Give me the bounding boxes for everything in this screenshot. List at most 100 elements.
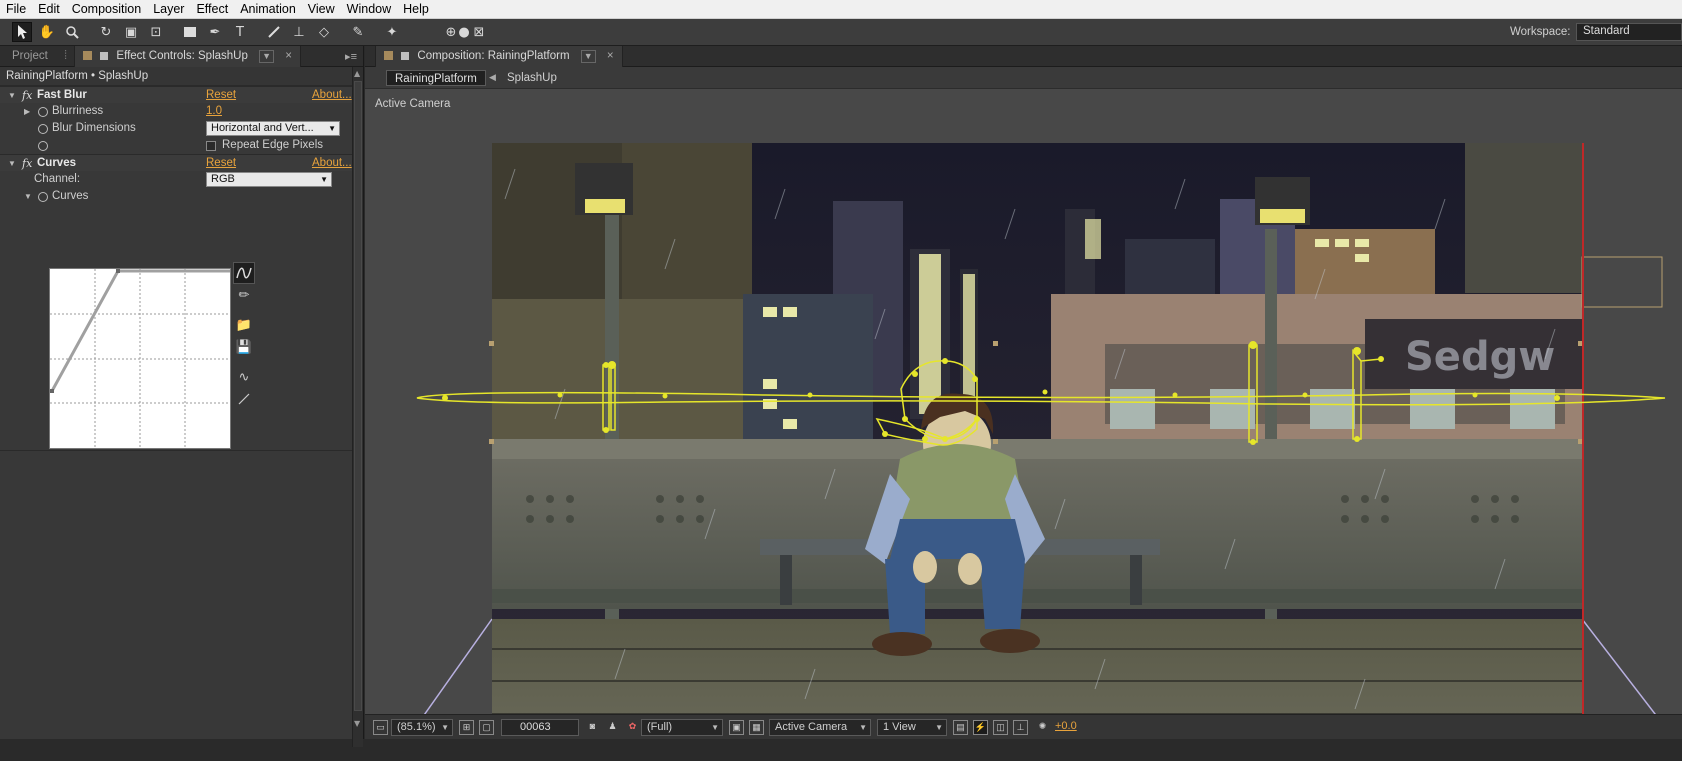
curves-about-link[interactable]: About... — [312, 155, 352, 172]
smooth-curve-icon[interactable]: ∿ — [233, 366, 255, 388]
type-tool-icon[interactable]: T — [230, 22, 250, 42]
fast-blur-reset-link[interactable]: Reset — [206, 87, 236, 104]
stopwatch-icon[interactable] — [38, 107, 48, 117]
curve-bezier-tool-icon[interactable] — [233, 262, 255, 284]
selection-tool-icon[interactable] — [12, 22, 32, 42]
current-time-field[interactable]: 00063 — [501, 719, 579, 736]
effect-curves[interactable]: ▼ fx Curves Reset About... — [0, 154, 363, 171]
fx-toggle-icon[interactable]: fx — [22, 87, 32, 104]
repeat-edge-label: Repeat Edge Pixels — [222, 139, 324, 151]
menu-file[interactable]: File — [0, 0, 32, 19]
tab-effect-controls-label: Effect Controls: SplashUp — [116, 50, 248, 62]
flowchart-icon[interactable]: ⊥ — [1013, 720, 1028, 735]
toggle-pixel-aspect-icon[interactable]: ▤ — [953, 720, 968, 735]
open-curve-icon[interactable]: 📁 — [233, 314, 255, 336]
show-snapshot-icon[interactable]: ♟ — [605, 720, 620, 735]
tab-dropdown-icon[interactable]: ▼ — [580, 50, 596, 63]
rectangle-tool-icon[interactable] — [180, 22, 200, 42]
menu-help[interactable]: Help — [397, 0, 435, 19]
panel-lock-icon[interactable] — [83, 51, 92, 60]
menu-animation[interactable]: Animation — [234, 0, 302, 19]
clone-stamp-tool-icon[interactable]: ⊥ — [289, 22, 309, 42]
stopwatch-icon[interactable] — [38, 124, 48, 134]
view-layout-dropdown[interactable]: 1 View ▼ — [877, 719, 947, 736]
channel-rgb-icon[interactable]: ✿ — [625, 720, 640, 735]
zoom-dropdown[interactable]: (85.1%) ▼ — [391, 719, 453, 736]
menu-edit[interactable]: Edit — [32, 0, 66, 19]
local-axis-icon[interactable]: ⊕ — [444, 22, 458, 42]
channel-label: Channel: — [34, 173, 81, 185]
reset-linear-curve-icon[interactable] — [233, 388, 255, 410]
tab-project[interactable]: Project — [4, 46, 56, 67]
blurriness-value[interactable]: 1.0 — [206, 103, 222, 120]
title-action-safe-icon[interactable]: ⊞ — [459, 720, 474, 735]
reset-exposure-icon[interactable]: ✺ — [1035, 720, 1050, 735]
channel-dropdown[interactable]: RGB ▼ — [206, 172, 332, 187]
region-of-interest-icon[interactable]: ▣ — [729, 720, 744, 735]
breadcrumb-splash-up[interactable]: SplashUp — [499, 70, 565, 86]
left-panel-scrollbar[interactable]: ▲ ▼ — [352, 67, 363, 747]
view-axis-icon[interactable]: ⊠ — [472, 22, 486, 42]
panel-lock-icon[interactable] — [384, 51, 393, 60]
menu-effect[interactable]: Effect — [190, 0, 234, 19]
pen-tool-icon[interactable]: ✒ — [205, 22, 225, 42]
transparency-grid-icon[interactable]: ▦ — [749, 720, 764, 735]
camera-frustum-line — [1581, 618, 1682, 750]
collapse-triangle-icon[interactable]: ▼ — [8, 87, 16, 104]
mask-visibility-icon[interactable]: ▢ — [479, 720, 494, 735]
repeat-edge-checkbox[interactable] — [206, 141, 216, 151]
fast-blur-about-link[interactable]: About... — [312, 87, 352, 104]
tab-effect-controls[interactable]: Effect Controls: SplashUp ▼ × — [74, 46, 301, 67]
stopwatch-icon[interactable] — [38, 192, 48, 202]
hand-tool-icon[interactable]: ✋ — [37, 22, 57, 42]
collapse-triangle-icon[interactable]: ▼ — [24, 188, 32, 205]
timeline-icon[interactable]: ◫ — [993, 720, 1008, 735]
fast-previews-icon[interactable]: ⚡ — [973, 720, 988, 735]
workspace-select[interactable]: Standard — [1576, 23, 1682, 41]
brush-tool-icon[interactable] — [264, 22, 284, 42]
rotate-tool-icon[interactable]: ↻ — [96, 22, 116, 42]
curve-pencil-tool-icon[interactable]: ✏ — [233, 284, 255, 306]
tab-composition[interactable]: Composition: RainingPlatform ▼ × — [375, 46, 623, 67]
curves-reset-link[interactable]: Reset — [206, 155, 236, 172]
resolution-dropdown[interactable]: (Full) ▼ — [641, 719, 723, 736]
save-curve-icon[interactable]: 💾 — [233, 336, 255, 358]
effect-fast-blur[interactable]: ▼ fx Fast Blur Reset About... — [0, 86, 363, 103]
scroll-down-icon[interactable]: ▼ — [354, 719, 360, 728]
always-preview-icon[interactable]: ▭ — [373, 720, 388, 735]
scrollbar-thumb[interactable] — [354, 81, 362, 711]
breadcrumb-raining-platform[interactable]: RainingPlatform — [386, 70, 486, 86]
menu-composition[interactable]: Composition — [66, 0, 147, 19]
scene-artwork: Sedgw — [492, 143, 1582, 751]
stopwatch-icon[interactable] — [38, 141, 48, 151]
scroll-up-icon[interactable]: ▲ — [354, 69, 360, 78]
close-icon[interactable]: × — [285, 46, 292, 67]
close-icon[interactable]: × — [607, 46, 614, 67]
snapshot-camera-icon[interactable]: ◙ — [585, 720, 600, 735]
pan-behind-tool-icon[interactable]: ⊡ — [146, 22, 166, 42]
menu-window[interactable]: Window — [341, 0, 397, 19]
world-axis-icon[interactable]: ● — [458, 22, 470, 42]
collapse-triangle-icon[interactable]: ▼ — [8, 155, 16, 172]
property-blurriness: ▶ Blurriness 1.0 — [0, 103, 363, 120]
tab-dropdown-icon[interactable]: ▼ — [259, 50, 274, 63]
camera-tool-icon[interactable]: ▣ — [121, 22, 141, 42]
zoom-tool-icon[interactable] — [62, 22, 82, 42]
blur-dimensions-dropdown[interactable]: Horizontal and Vert... ▼ — [206, 121, 340, 136]
menu-view[interactable]: View — [302, 0, 341, 19]
channel-value: RGB — [211, 173, 235, 185]
puppet-pin-tool-icon[interactable]: ✦ — [382, 22, 402, 42]
expand-triangle-icon[interactable]: ▶ — [24, 103, 30, 120]
menu-layer[interactable]: Layer — [147, 0, 190, 19]
composition-viewer[interactable]: Sedgw — [365, 89, 1682, 761]
eraser-tool-icon[interactable]: ◇ — [314, 22, 334, 42]
camera-view-dropdown[interactable]: Active Camera ▼ — [769, 719, 871, 736]
fx-toggle-icon[interactable]: fx — [22, 155, 32, 172]
resolution-value: (Full) — [647, 721, 673, 733]
roto-brush-tool-icon[interactable]: ✎ — [348, 22, 368, 42]
curves-label: Curves — [52, 190, 89, 202]
panel-menu-icon[interactable]: ▸≡ — [345, 50, 357, 63]
exposure-value[interactable]: +0.0 — [1055, 719, 1077, 736]
curves-graph[interactable] — [49, 268, 231, 449]
chevron-down-icon: ▼ — [935, 723, 943, 732]
